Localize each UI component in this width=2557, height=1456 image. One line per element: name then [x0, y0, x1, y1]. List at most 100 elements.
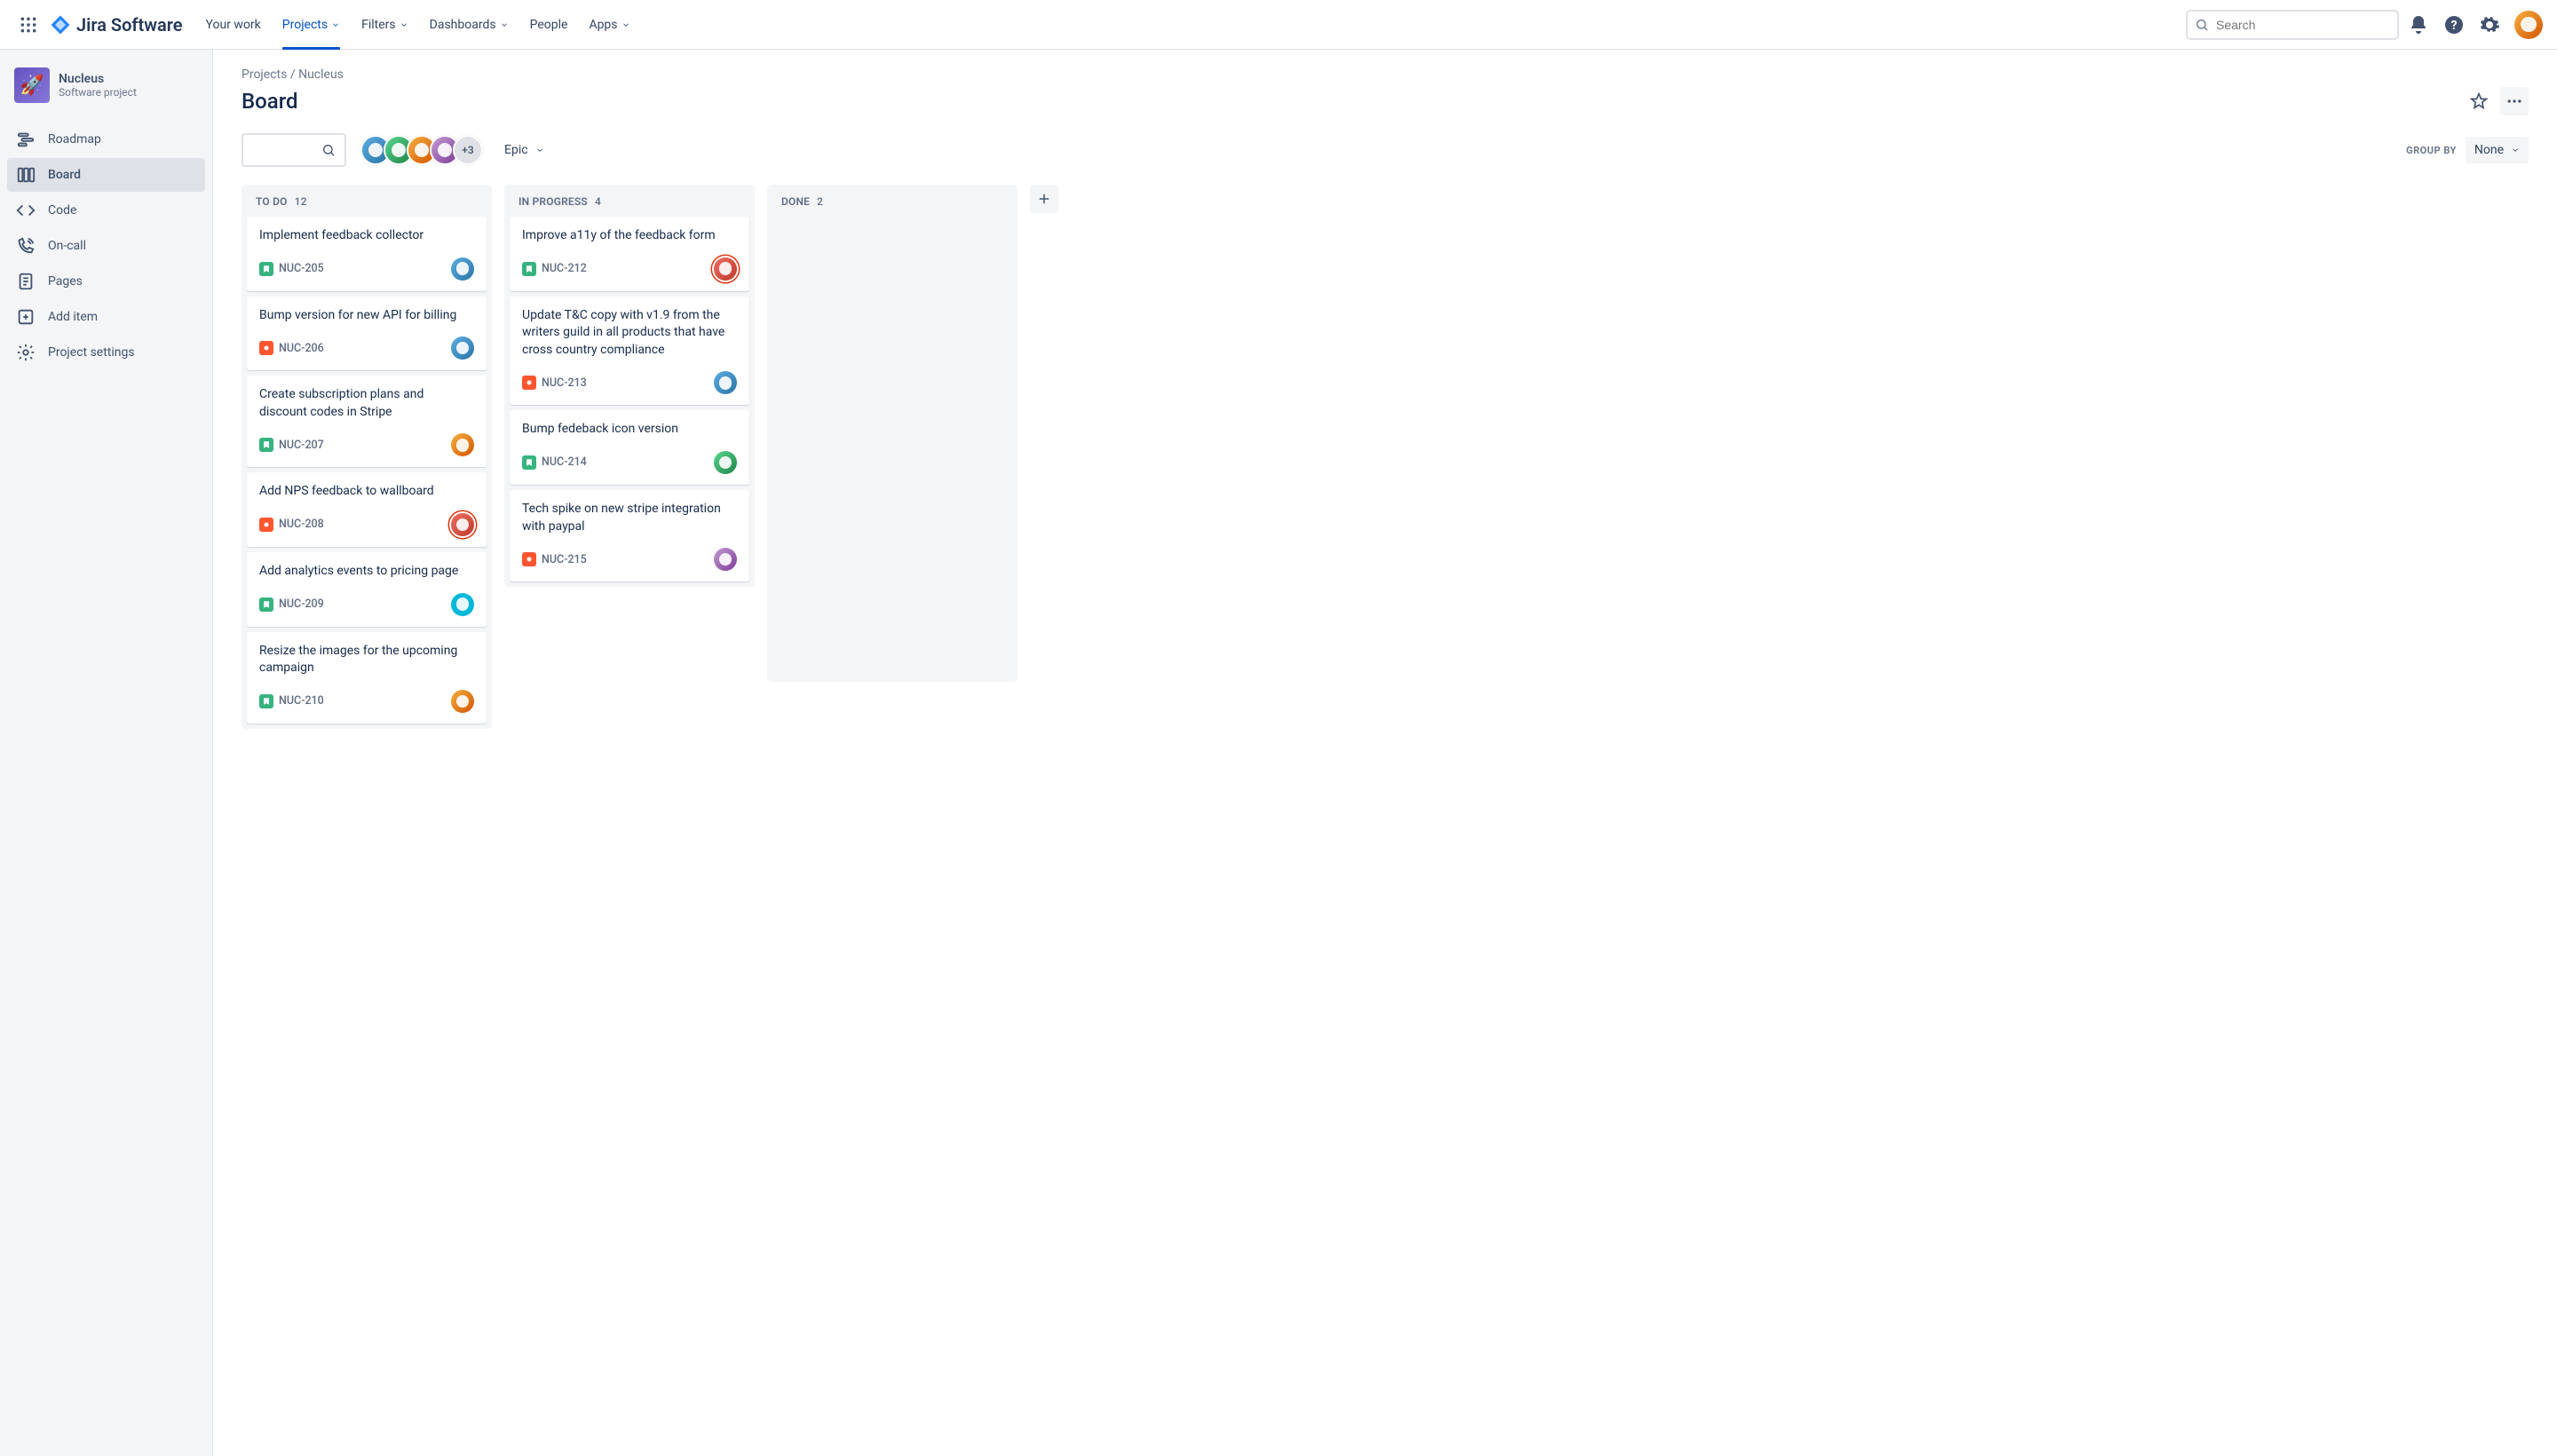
sidebar-item-label: Roadmap	[48, 132, 101, 146]
sidebar-item-roadmap[interactable]: Roadmap	[7, 123, 205, 156]
issue-card[interactable]: Tech spike on new stripe integration wit…	[510, 490, 749, 582]
breadcrumb-current[interactable]: Nucleus	[298, 67, 344, 82]
add-item-icon	[16, 307, 36, 327]
search-icon	[2195, 18, 2209, 32]
column-header[interactable]: TO DO 12	[247, 195, 487, 217]
assignee-filter[interactable]: +3	[360, 135, 483, 165]
story-type-icon	[522, 262, 536, 276]
global-search-input[interactable]	[2216, 18, 2390, 32]
nav-people[interactable]: People	[521, 0, 577, 50]
column-count: 12	[295, 195, 307, 208]
nav-dashboards[interactable]: Dashboards	[421, 0, 518, 50]
project-header[interactable]: 🚀 Nucleus Software project	[7, 67, 205, 115]
assignee-avatar[interactable]	[451, 257, 474, 281]
bug-type-icon	[522, 376, 536, 390]
issue-card[interactable]: Bump fedeback icon version NUC-214	[510, 410, 749, 485]
notifications-button[interactable]	[2403, 9, 2434, 41]
nav-apps-label: Apps	[589, 18, 617, 32]
add-column-button[interactable]	[1030, 185, 1058, 213]
issue-key: NUC-210	[279, 694, 324, 708]
issue-key: NUC-205	[279, 262, 324, 275]
global-search[interactable]	[2186, 10, 2399, 40]
column-title: DONE	[781, 195, 810, 208]
bell-icon	[2408, 14, 2429, 36]
groupby-select[interactable]: None	[2466, 137, 2529, 163]
help-icon: ?	[2443, 14, 2465, 36]
chevron-down-icon	[331, 20, 340, 29]
breadcrumb-projects[interactable]: Projects	[241, 67, 287, 82]
issue-key: NUC-207	[279, 439, 324, 452]
issue-card[interactable]: Bump version for new API for billing NUC-…	[247, 297, 487, 371]
nav-filters-label: Filters	[361, 18, 396, 32]
epic-filter[interactable]: Epic	[497, 138, 551, 162]
more-actions-button[interactable]	[2500, 87, 2529, 115]
sidebar-item-label: On-call	[48, 239, 86, 253]
more-icon	[2506, 92, 2523, 110]
star-button[interactable]	[2465, 87, 2493, 115]
sidebar-item-label: Board	[48, 168, 81, 182]
issue-title: Improve a11y of the feedback form	[522, 227, 737, 245]
gear-icon	[2479, 14, 2500, 36]
issue-title: Bump fedeback icon version	[522, 421, 737, 439]
board-column-inprogress: IN PROGRESS4Improve a11y of the feedback…	[504, 185, 755, 587]
issue-card[interactable]: Resize the images for the upcoming campa…	[247, 632, 487, 724]
issue-card[interactable]: Create subscription plans and discount c…	[247, 376, 487, 467]
column-title: IN PROGRESS	[519, 195, 588, 208]
assignee-avatar[interactable]	[714, 257, 737, 281]
column-title: TO DO	[256, 195, 288, 208]
top-nav: Jira Software Your work Projects Filters…	[0, 0, 2557, 50]
star-icon	[2470, 92, 2488, 110]
issue-card[interactable]: Add analytics events to pricing pageNUC-…	[247, 552, 487, 627]
issue-title: Resize the images for the upcoming campa…	[259, 643, 474, 677]
sidebar-item-pages[interactable]: Pages	[7, 265, 205, 298]
issue-card[interactable]: Implement feedback collectorNUC-205	[247, 217, 487, 291]
issue-title: Add NPS feedback to wallboard	[259, 483, 474, 501]
assignee-avatar[interactable]	[451, 513, 474, 536]
sidebar-item-add[interactable]: Add item	[7, 300, 205, 334]
issue-card[interactable]: Update T&C copy with v1.9 from the write…	[510, 297, 749, 406]
issue-card[interactable]: Improve a11y of the feedback formNUC-212	[510, 217, 749, 291]
assignee-avatar[interactable]	[714, 548, 737, 571]
assignee-avatar[interactable]	[451, 336, 474, 360]
settings-button[interactable]	[2474, 9, 2506, 41]
sidebar-item-code[interactable]: Code	[7, 194, 205, 227]
project-name: Nucleus	[59, 72, 137, 86]
assignee-avatar[interactable]	[714, 371, 737, 394]
story-type-icon	[259, 438, 273, 452]
issue-title: Bump version for new API for billing	[259, 307, 474, 325]
chevron-down-icon	[535, 146, 544, 154]
sidebar-item-oncall[interactable]: On-call	[7, 229, 205, 263]
nav-apps[interactable]: Apps	[580, 0, 638, 50]
column-header[interactable]: IN PROGRESS4	[510, 195, 749, 217]
roadmap-icon	[16, 130, 36, 149]
sidebar-item-project-settings[interactable]: Project settings	[7, 336, 205, 369]
sidebar-item-board[interactable]: Board	[7, 158, 205, 192]
app-switcher-button[interactable]	[14, 11, 43, 39]
epic-filter-label: Epic	[504, 143, 528, 157]
profile-avatar[interactable]	[2514, 11, 2543, 39]
nav-filters[interactable]: Filters	[352, 0, 417, 50]
issue-card[interactable]: Add NPS feedback to wallboardNUC-208	[247, 472, 487, 547]
story-type-icon	[522, 455, 536, 470]
help-button[interactable]: ?	[2438, 9, 2470, 41]
sidebar-item-label: Project settings	[48, 345, 135, 360]
board-search[interactable]	[241, 133, 346, 167]
issue-key: NUC-214	[542, 455, 587, 469]
chevron-down-icon	[2511, 146, 2520, 154]
column-header[interactable]: DONE2	[772, 195, 1012, 217]
jira-logo[interactable]: Jira Software	[50, 14, 183, 36]
nav-projects-label: Projects	[282, 18, 328, 32]
assignee-avatar[interactable]	[714, 451, 737, 474]
nav-your-work-label: Your work	[206, 18, 261, 32]
plus-icon	[1036, 191, 1052, 207]
nav-people-label: People	[530, 18, 568, 32]
assignee-avatar[interactable]	[451, 433, 474, 456]
nav-your-work[interactable]: Your work	[197, 0, 270, 50]
assignee-avatar[interactable]	[451, 690, 474, 713]
pages-icon	[16, 272, 36, 291]
nav-projects[interactable]: Projects	[273, 0, 349, 50]
bug-type-icon	[522, 552, 536, 566]
issue-key: NUC-206	[279, 342, 324, 355]
assignee-avatar[interactable]	[451, 593, 474, 616]
avatar[interactable]	[430, 135, 460, 165]
